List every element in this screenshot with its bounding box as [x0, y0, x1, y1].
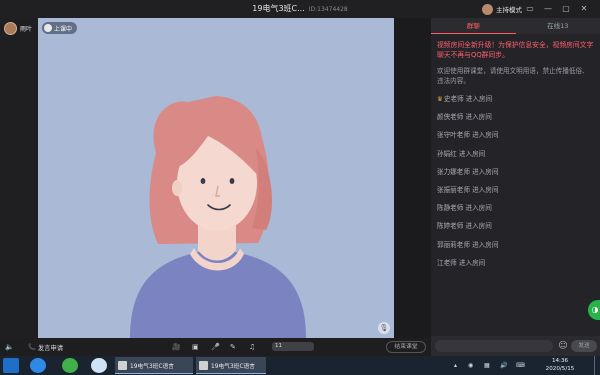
host-mode-button[interactable]: 主持模式	[482, 2, 522, 16]
chat-input[interactable]	[435, 340, 553, 352]
tray-app-icon[interactable]: ◉	[468, 360, 473, 371]
minimize-icon[interactable]: —	[540, 2, 556, 15]
chat-panel: 群聊 在线13 视频房间全新升级！为保护信息安全，视频房间文字聊天不再与QQ群同…	[431, 18, 600, 356]
volume-slider[interactable]: 11	[272, 342, 314, 351]
clock-time: 14:36	[551, 358, 569, 364]
pip-icon[interactable]: ▭	[522, 2, 538, 15]
list-item: 张守叶老师 进入房间	[437, 131, 499, 140]
microphone-icon[interactable]: 🎤	[211, 341, 220, 353]
tray-volume-icon[interactable]: 🔊	[500, 360, 507, 371]
teacher-tile[interactable]: 雨叶	[4, 22, 32, 35]
app-icon[interactable]	[91, 358, 107, 373]
taskbar-item[interactable]: 19电气3班C语言	[196, 357, 266, 374]
ie-browser-icon[interactable]	[30, 358, 46, 373]
teacher-avatar	[4, 22, 17, 35]
list-item: 颜侠老师 进入房间	[437, 113, 492, 122]
list-item: ♛史老师 进入房间	[437, 95, 493, 103]
chat-input-bar: ☺ 发送	[431, 336, 600, 356]
clock-date: 2020/5/15	[545, 366, 575, 372]
music-icon[interactable]: ♫	[249, 341, 255, 353]
system-clock[interactable]: 14:36 2020/5/15	[540, 357, 580, 373]
presenter-illustration	[130, 96, 306, 338]
tab-online[interactable]: 在线13	[516, 18, 600, 34]
speak-request-label: 发言申请	[37, 344, 64, 352]
welcome-message: 欢迎使用群课堂，请使用文明用语，禁止传播低俗、违法内容。	[437, 67, 589, 85]
window-icon	[118, 360, 127, 370]
screen-share-icon[interactable]: ▣	[192, 341, 199, 353]
chat-tabs: 群聊 在线13	[431, 18, 600, 34]
mic-icon[interactable]: 🎙	[378, 322, 390, 334]
teacher-name: 雨叶	[20, 26, 33, 33]
main-video[interactable]: 上课中 🎙	[38, 18, 394, 338]
system-notice: 视频房间全新升级！为保护信息安全，视频房间文字聊天不再与QQ群同步。	[437, 41, 594, 59]
stage-margin	[394, 18, 431, 338]
left-rail: 雨叶	[0, 18, 38, 338]
taskbar-item[interactable]: 19电气3班C语言	[115, 357, 193, 374]
class-name: 19电气3班C...	[252, 4, 305, 13]
taskbar-item-label: 19电气3班C语言	[130, 363, 175, 370]
tab-group-chat[interactable]: 群聊	[431, 18, 516, 34]
list-item: 张振丽老师 进入房间	[437, 185, 499, 194]
message-list: 视频房间全新升级！为保护信息安全，视频房间文字聊天不再与QQ群同步。 欢迎使用群…	[437, 40, 595, 272]
taskbar-item-label: 19电气3班C语言	[211, 363, 256, 370]
tray-arrow-icon[interactable]: ▴	[454, 360, 457, 371]
window-icon	[199, 360, 208, 370]
video-camera-icon[interactable]: 🎥	[172, 341, 181, 353]
host-avatar	[482, 3, 493, 15]
edit-icon[interactable]: ✎	[230, 341, 236, 353]
room-id: ID:13474428	[308, 6, 348, 13]
send-button[interactable]: 发送	[571, 340, 597, 352]
left-eye	[200, 178, 206, 184]
tray-network-icon[interactable]: ▦	[484, 360, 490, 371]
close-icon[interactable]: ✕	[576, 2, 592, 15]
list-item: 陈静老师 进入房间	[437, 204, 492, 213]
start-icon[interactable]	[3, 358, 19, 373]
crown-icon: ♛	[437, 95, 443, 103]
list-item: 陈婷老师 进入房间	[437, 222, 492, 231]
360-browser-icon[interactable]	[62, 358, 78, 373]
show-desktop-button[interactable]	[594, 356, 600, 375]
window-controls: ▭ — ▢ ✕	[522, 2, 592, 15]
list-item: 江老师 进入房间	[437, 258, 486, 267]
list-item: 孙娟红 进入房间	[437, 149, 486, 158]
list-item: 张力娜老师 进入房间	[437, 167, 499, 176]
right-eye	[229, 178, 235, 184]
emoji-icon[interactable]: ☺	[557, 340, 569, 352]
end-class-button[interactable]: 结束课堂	[386, 341, 426, 353]
bottom-toolbar: 🔈 📞 发言申请 🎥 ▣ 🎤 ✎ ♫ 11 结束课堂	[0, 338, 431, 356]
tray-ime-icon[interactable]: ⌨	[516, 360, 525, 371]
ear	[172, 180, 182, 196]
host-mode-label: 主持模式	[496, 6, 522, 14]
list-item: 郭丽莉老师 进入房间	[437, 240, 499, 249]
phone-icon: 📞	[28, 344, 36, 351]
speaker-icon[interactable]: 🔈	[5, 341, 14, 353]
maximize-icon[interactable]: ▢	[558, 2, 574, 15]
title-bar: 19电气3班C... ID:13474428 主持模式 ▭ — ▢ ✕	[0, 0, 600, 18]
speak-request-button[interactable]: 📞 发言申请	[28, 341, 63, 353]
os-taskbar: 19电气3班C语言 19电气3班C语言 ▴ ◉ ▦ 🔊 ⌨ 14:36 2020…	[0, 356, 600, 375]
